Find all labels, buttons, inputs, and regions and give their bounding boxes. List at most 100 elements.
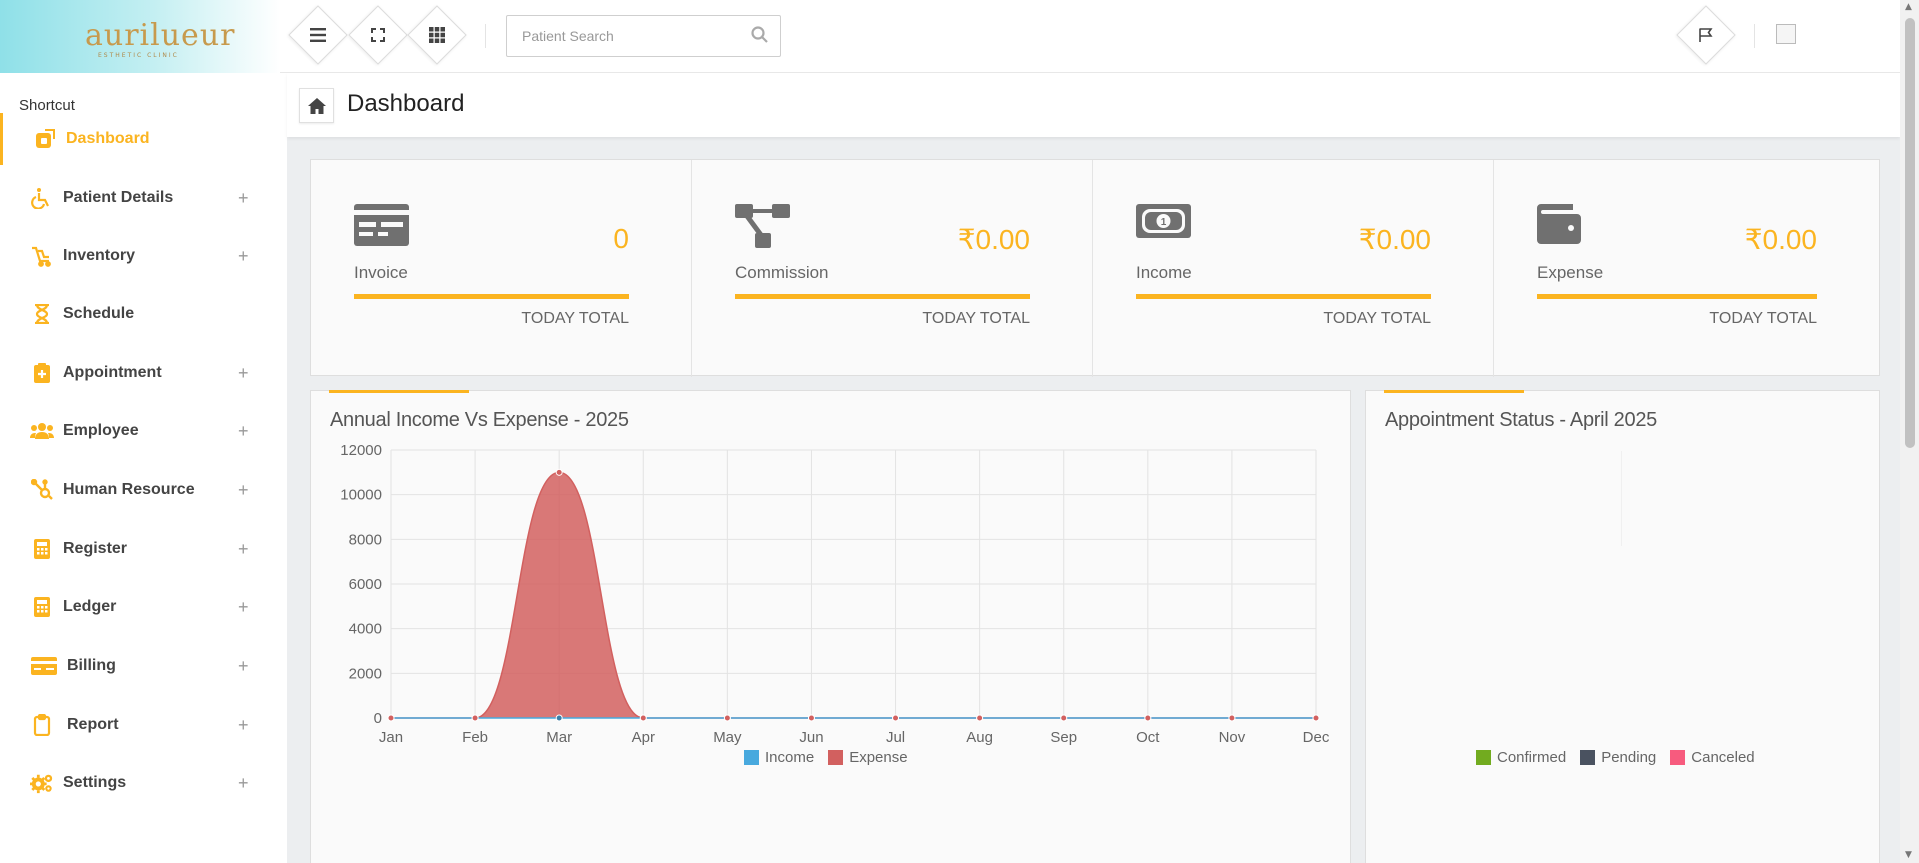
sidebar-item-appointment[interactable]: Appointment + xyxy=(0,347,280,399)
expand-icon[interactable]: + xyxy=(238,773,249,794)
logo-subtitle: ESTHETIC CLINIC xyxy=(98,52,179,59)
income-expense-chart: 0 2000 4000 6000 8000 10000 12000 Jan Feb Mar Apr M… xyxy=(340,442,1330,746)
wheelchair-icon xyxy=(30,186,54,210)
panel-title: Annual Income Vs Expense - 2025 xyxy=(330,409,629,431)
sidebar-item-settings[interactable]: Settings + xyxy=(0,757,280,809)
users-icon xyxy=(30,419,54,443)
x-tick-label: Feb xyxy=(462,729,488,746)
sidebar-item-label: Dashboard xyxy=(66,130,150,147)
sidebar-item-human-resource[interactable]: Human Resource + xyxy=(0,464,280,516)
brand-logo[interactable]: aurilueur ESTHETIC CLINIC xyxy=(0,0,280,73)
apps-grid-icon[interactable] xyxy=(416,14,458,56)
x-tick-label: Sep xyxy=(1050,729,1077,746)
cogs-icon xyxy=(30,771,54,795)
x-tick-label: Nov xyxy=(1219,729,1246,746)
expand-icon[interactable]: + xyxy=(238,597,249,618)
sidebar-item-label: Billing xyxy=(67,657,116,674)
sidebar-item-register[interactable]: Register + xyxy=(0,523,280,575)
chart-legend: Income Expense xyxy=(744,749,908,766)
sidebar-item-label: Ledger xyxy=(63,598,117,615)
cart-icon xyxy=(30,244,54,268)
expense-point xyxy=(723,714,731,722)
legend-swatch xyxy=(1476,750,1491,765)
sidebar-item-dashboard[interactable]: Dashboard xyxy=(0,113,280,165)
expense-point xyxy=(976,714,984,722)
sidebar-item-report[interactable]: Report + xyxy=(0,699,280,751)
expand-icon[interactable]: + xyxy=(238,188,249,209)
sidebar-item-label: Settings xyxy=(63,774,127,791)
scrollbar-thumb[interactable] xyxy=(1905,18,1915,448)
legend-item-confirmed[interactable]: Confirmed xyxy=(1476,749,1566,766)
legend-swatch xyxy=(744,750,759,765)
search-icon[interactable] xyxy=(751,25,768,47)
legend-item-canceled[interactable]: Canceled xyxy=(1670,749,1755,766)
legend-label: Confirmed xyxy=(1497,749,1567,766)
expense-point xyxy=(471,714,479,722)
panel-accent xyxy=(1384,390,1524,393)
hourglass-icon xyxy=(30,302,54,326)
header-divider-right xyxy=(1754,24,1755,48)
income-expense-panel: Annual Income Vs Expense - 2025 0 2000 400… xyxy=(310,390,1351,863)
user-avatar[interactable] xyxy=(1776,24,1796,44)
stat-income: 1 ₹0.00 Income TODAY TOTAL xyxy=(1093,160,1494,377)
x-tick-label: Aug xyxy=(966,729,993,746)
expense-point xyxy=(807,714,815,722)
stats-summary: 0 Invoice TODAY TOTAL ₹0.00 Commission T… xyxy=(310,159,1880,377)
scroll-up-icon[interactable]: ▲ xyxy=(1905,2,1912,12)
expense-point xyxy=(1228,714,1236,722)
legend-item-pending[interactable]: Pending xyxy=(1580,749,1656,766)
stat-label: Income xyxy=(1136,263,1192,282)
panel-title: Appointment Status - April 2025 xyxy=(1385,409,1657,431)
invoice-card-icon xyxy=(354,204,409,250)
expand-icon[interactable]: + xyxy=(238,539,249,560)
sidebar-item-label: Inventory xyxy=(63,247,136,264)
expand-icon[interactable]: + xyxy=(238,656,249,677)
sidebar-item-inventory[interactable]: Inventory + xyxy=(0,230,280,282)
expand-icon[interactable]: + xyxy=(238,363,249,384)
home-icon[interactable] xyxy=(299,88,334,123)
menu-icon[interactable] xyxy=(297,14,339,56)
stat-underline xyxy=(1537,294,1817,299)
stat-invoice: 0 Invoice TODAY TOTAL xyxy=(311,160,692,377)
svg-text:1: 1 xyxy=(1161,217,1167,228)
sitemap-icon xyxy=(735,204,790,252)
status-legend: Confirmed Pending Canceled xyxy=(1476,749,1755,766)
y-tick-label: 2000 xyxy=(349,665,382,682)
stat-footer: TODAY TOTAL xyxy=(1709,310,1817,327)
expense-point xyxy=(1060,714,1068,722)
calculator-icon xyxy=(30,595,54,619)
y-tick-label: 4000 xyxy=(349,621,382,638)
sidebar-item-patient-details[interactable]: Patient Details + xyxy=(0,172,280,224)
stat-label: Commission xyxy=(735,263,829,282)
patient-search-input[interactable] xyxy=(522,28,751,44)
x-tick-label: May xyxy=(713,729,742,746)
legend-item-expense[interactable]: Expense xyxy=(828,749,908,766)
header-divider xyxy=(485,24,486,48)
clipboard-icon xyxy=(30,713,54,737)
legend-item-income[interactable]: Income xyxy=(744,749,814,766)
sidebar-item-label: Appointment xyxy=(63,364,162,381)
stat-label: Invoice xyxy=(354,263,408,282)
expense-point xyxy=(1144,714,1152,722)
dashboard-icon xyxy=(33,127,57,151)
x-tick-label: Apr xyxy=(632,729,655,746)
expand-icon[interactable]: + xyxy=(238,246,249,267)
x-tick-label: Mar xyxy=(546,729,572,746)
expense-point xyxy=(387,714,395,722)
sidebar-item-billing[interactable]: Billing + xyxy=(0,640,280,692)
expand-icon[interactable]: + xyxy=(238,715,249,736)
stat-value: ₹0.00 xyxy=(1744,224,1817,255)
sidebar-item-ledger[interactable]: Ledger + xyxy=(0,581,280,633)
fullscreen-icon[interactable] xyxy=(357,14,399,56)
y-tick-label: 12000 xyxy=(340,442,382,459)
expense-point xyxy=(639,714,647,722)
flag-icon[interactable] xyxy=(1685,14,1727,56)
sidebar-item-label: Register xyxy=(63,540,128,557)
scroll-down-icon[interactable]: ▼ xyxy=(1905,850,1912,860)
expand-icon[interactable]: + xyxy=(238,480,249,501)
page-scrollbar[interactable]: ▲ ▼ xyxy=(1900,0,1919,863)
sidebar-item-employee[interactable]: Employee + xyxy=(0,405,280,457)
clipboard-plus-icon xyxy=(30,361,54,385)
sidebar-item-schedule[interactable]: Schedule xyxy=(0,288,280,340)
expand-icon[interactable]: + xyxy=(238,421,249,442)
